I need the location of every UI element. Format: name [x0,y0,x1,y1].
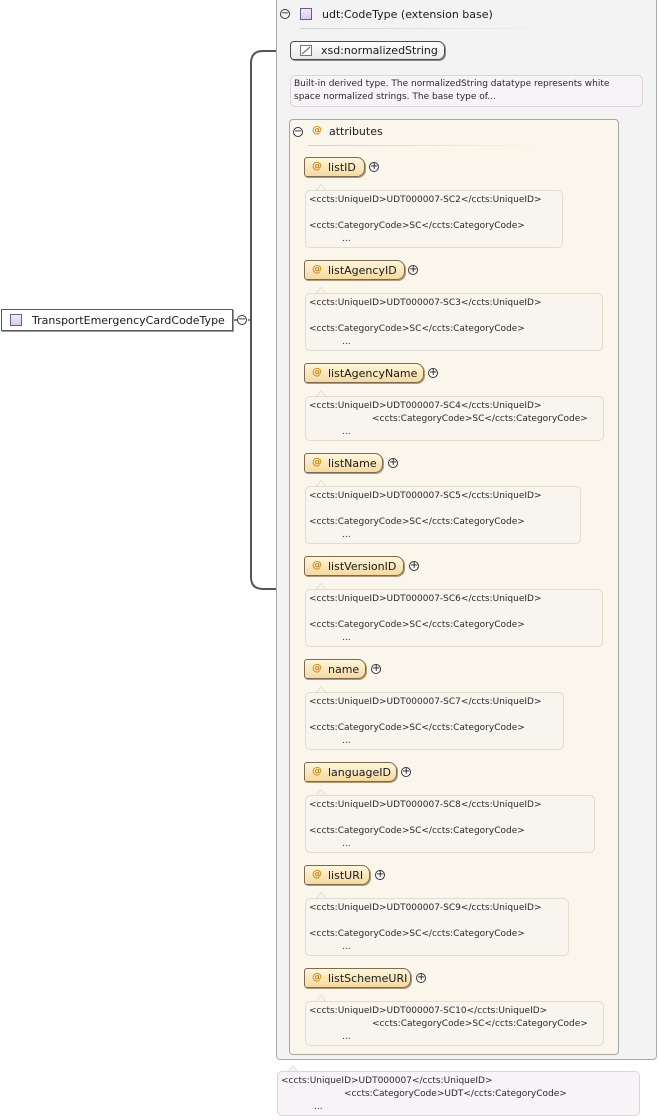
attribute-node[interactable]: @ listSchemeURI [304,968,411,988]
attribute-icon: @ [312,869,322,880]
attribute-node[interactable]: @ listName [304,453,383,473]
complex-type-icon [10,314,22,326]
attribute-name: listName [328,457,377,470]
attribute-name: listSchemeURI [328,972,408,985]
attribute-icon: @ [312,367,322,378]
attribute-name: listAgencyName [328,367,418,380]
annotation-line: <ccts:UniqueID>UDT000007-SC6</ccts:Uniqu… [309,594,542,604]
annotation-line: <ccts:UniqueID>UDT000007-SC4</ccts:Uniqu… [309,401,542,411]
annotation-line: <ccts:UniqueID>UDT000007-SC3</ccts:Uniqu… [309,298,542,308]
annotation-line: <ccts:CategoryCode>SC</ccts:CategoryCode… [309,517,525,527]
annotation-line: <ccts:UniqueID>UDT000007-SC8</ccts:Uniqu… [309,800,542,810]
doc-line: Built-in derived type. The normalizedStr… [294,79,610,89]
attribute-icon: @ [312,161,322,172]
annotation-line: <ccts:UniqueID>UDT000007-SC2</ccts:Uniqu… [309,195,542,205]
attribute-icon: @ [312,663,322,674]
attribute-node[interactable]: @ listAgencyID [304,260,405,280]
base-type-name: xsd:normalizedString [321,44,438,57]
divider [300,28,560,29]
annotation-line: <ccts:CategoryCode>SC</ccts:CategoryCode… [309,620,525,630]
attribute-node[interactable]: @ languageID [304,762,397,782]
attribute-icon: @ [312,457,322,468]
expand-toggle-icon[interactable]: + [388,458,398,468]
annotation-line: ... [342,427,351,437]
attribute-annotation: <ccts:UniqueID>UDT000007-SC6</ccts:Uniqu… [305,589,603,647]
annotation-line: <ccts:UniqueID>UDT000007-SC7</ccts:Uniqu… [309,697,542,707]
annotation-line: <ccts:CategoryCode>UDT</ccts:CategoryCod… [344,1089,567,1099]
attribute-node[interactable]: @ listURI [304,865,370,885]
attribute-annotation: <ccts:UniqueID>UDT000007-SC9</ccts:Uniqu… [305,898,569,956]
annotation-line: <ccts:CategoryCode>SC</ccts:CategoryCode… [309,929,525,939]
attribute-annotation: <ccts:UniqueID>UDT000007-SC2</ccts:Uniqu… [305,190,563,248]
annotation-line: ... [342,530,351,540]
annotation-line: ... [342,1032,351,1042]
annotation-line: <ccts:UniqueID>UDT000007-SC5</ccts:Uniqu… [309,491,542,501]
attribute-annotation: <ccts:UniqueID>UDT000007-SC3</ccts:Uniqu… [305,293,603,351]
simple-type-icon [300,45,312,56]
attribute-icon: @ [312,972,322,983]
expand-toggle-icon[interactable]: + [401,767,411,777]
expand-toggle-icon[interactable]: + [428,368,438,378]
doc-line: space normalized strings. The base type … [294,92,496,102]
root-type-name: TransportEmergencyCardCodeType [32,314,225,327]
expand-toggle-icon[interactable]: + [416,973,426,983]
expand-toggle-icon[interactable]: + [408,265,418,275]
expand-toggle-icon[interactable]: + [371,664,381,674]
attribute-icon: @ [312,560,322,571]
annotation-line: <ccts:UniqueID>UDT000007-SC9</ccts:Uniqu… [309,903,542,913]
annotation-line: ... [342,736,351,746]
attribute-annotation: <ccts:UniqueID>UDT000007-SC7</ccts:Uniqu… [305,692,564,750]
expand-toggle-icon[interactable]: + [409,561,419,571]
type-annotation: <ccts:UniqueID>UDT000007</ccts:UniqueID>… [277,1071,640,1116]
attribute-icon: @ [312,125,322,136]
annotation-line: <ccts:CategoryCode>SC</ccts:CategoryCode… [309,221,525,231]
attribute-name: languageID [328,766,391,779]
attribute-annotation: <ccts:UniqueID>UDT000007-SC5</ccts:Uniqu… [305,486,581,544]
complex-type-icon [300,8,312,20]
attribute-node[interactable]: @ listVersionID [304,556,404,576]
annotation-line: <ccts:UniqueID>UDT000007</ccts:UniqueID> [281,1076,493,1086]
attribute-name: listAgencyID [328,264,397,277]
attribute-name: listVersionID [328,560,397,573]
attribute-annotation: <ccts:UniqueID>UDT000007-SC4</ccts:Uniqu… [305,396,604,441]
annotation-line: <ccts:CategoryCode>SC</ccts:CategoryCode… [372,1019,588,1029]
annotation-line: ... [342,839,351,849]
collapse-toggle-icon[interactable]: − [280,9,290,19]
annotation-line: <ccts:CategoryCode>SC</ccts:CategoryCode… [309,723,525,733]
expand-toggle-icon[interactable]: + [369,162,379,172]
annotation-line: ... [342,633,351,643]
annotation-line: <ccts:CategoryCode>SC</ccts:CategoryCode… [309,826,525,836]
annotation-line: <ccts:CategoryCode>SC</ccts:CategoryCode… [372,414,588,424]
extension-base-label: udt:CodeType (extension base) [322,8,493,21]
annotation-line: <ccts:CategoryCode>SC</ccts:CategoryCode… [309,324,525,334]
expand-toggle-icon[interactable]: + [375,870,385,880]
attribute-name: listID [328,161,356,174]
annotation-line: ... [314,1102,323,1112]
attribute-annotation: <ccts:UniqueID>UDT000007-SC10</ccts:Uniq… [305,1001,604,1046]
attribute-node[interactable]: @ listID [304,157,365,177]
attribute-icon: @ [312,264,322,275]
attributes-label: attributes [329,125,383,138]
annotation-line: <ccts:UniqueID>UDT000007-SC10</ccts:Uniq… [309,1006,548,1016]
annotation-line: ... [342,337,351,347]
attribute-node[interactable]: @ listAgencyName [304,363,424,383]
attribute-name: name [328,663,360,676]
attribute-name: listURI [328,869,364,882]
divider [308,145,548,146]
base-type-node[interactable]: xsd:normalizedString [290,41,445,60]
collapse-toggle-icon[interactable]: − [237,315,247,325]
attribute-annotation: <ccts:UniqueID>UDT000007-SC8</ccts:Uniqu… [305,795,595,853]
collapse-toggle-icon[interactable]: − [293,127,303,137]
annotation-line: ... [342,942,351,952]
root-type-box[interactable]: TransportEmergencyCardCodeType [1,309,233,331]
annotation-line: ... [342,234,351,244]
attribute-node[interactable]: @ name [304,659,366,679]
attribute-icon: @ [312,766,322,777]
base-type-documentation: Built-in derived type. The normalizedStr… [290,75,643,107]
